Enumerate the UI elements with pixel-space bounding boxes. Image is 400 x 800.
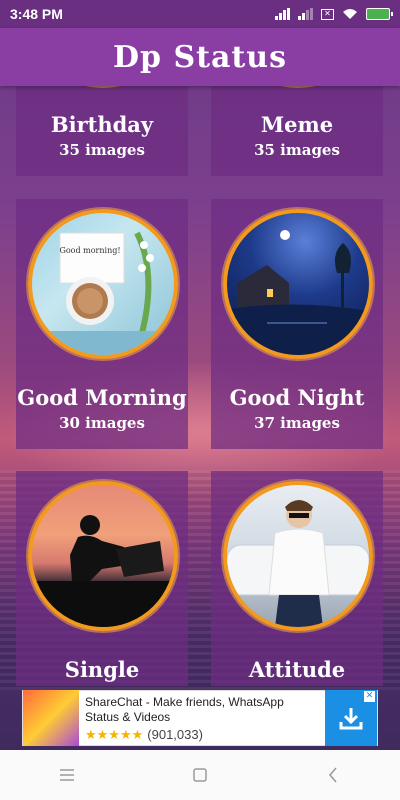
category-count: 37 images: [254, 414, 340, 432]
category-card-attitude[interactable]: Attitude: [211, 471, 383, 686]
ad-review-count: (901,033): [147, 726, 203, 742]
category-name: Single: [64, 657, 140, 682]
home-button[interactable]: [180, 755, 220, 795]
signal-icon: [275, 8, 290, 20]
note-text: Good morning!: [59, 246, 120, 255]
ad-download-button[interactable]: ✕: [325, 690, 377, 746]
category-name: Birthday: [50, 112, 154, 137]
silhouette-illustration: [32, 515, 174, 627]
home-square-icon: [193, 768, 207, 782]
status-bar: 3:48 PM ✕: [0, 0, 400, 28]
status-time: 3:48 PM: [10, 6, 63, 22]
sharechat-logo: [23, 690, 79, 746]
back-button[interactable]: [313, 755, 353, 795]
back-chevron-icon: [329, 767, 337, 783]
notification-x-icon: ✕: [321, 8, 334, 20]
coffee-illustration: Good morning!: [32, 231, 174, 355]
category-card-good-night[interactable]: Good Night 37 images: [211, 199, 383, 449]
download-icon: [339, 708, 363, 730]
category-card-good-morning[interactable]: Good morning! Good Morning 30 images: [16, 199, 188, 449]
person-illustration: [227, 500, 369, 627]
category-image: [223, 209, 373, 359]
category-name: Good Morning: [17, 385, 187, 410]
category-grid: Birthday 35 images Meme 35 images Good m…: [0, 86, 400, 686]
category-card-meme[interactable]: Meme 35 images: [211, 86, 383, 176]
wifi-icon: [343, 9, 357, 19]
app-header: Dp Status: [0, 28, 400, 86]
category-name: Good Night: [229, 385, 365, 410]
signal-icon-2: [298, 8, 313, 20]
category-card-birthday[interactable]: Birthday 35 images: [16, 86, 188, 176]
star-rating-icon: ★★★★★: [85, 726, 144, 742]
ad-rating: ★★★★★ (901,033): [85, 727, 319, 742]
system-nav-bar: [0, 750, 400, 800]
category-count: 35 images: [254, 141, 340, 159]
category-count: 30 images: [59, 414, 145, 432]
category-card-single[interactable]: Single: [16, 471, 188, 686]
night-illustration: [227, 230, 369, 355]
recents-button[interactable]: [47, 755, 87, 795]
app-title: Dp Status: [113, 39, 287, 75]
menu-icon: [59, 769, 74, 781]
category-image: [28, 481, 178, 631]
status-icons: ✕: [275, 8, 393, 20]
ad-banner[interactable]: ShareChat - Make friends, WhatsApp Statu…: [22, 690, 378, 746]
category-count: 35 images: [59, 141, 145, 159]
ad-text: ShareChat - Make friends, WhatsApp Statu…: [79, 691, 325, 746]
battery-icon: [366, 8, 393, 20]
category-name: Attitude: [248, 657, 346, 682]
ad-close-icon[interactable]: ✕: [364, 691, 375, 702]
category-name: Meme: [260, 112, 334, 137]
category-image: [223, 481, 373, 631]
category-image: Good morning!: [28, 209, 178, 359]
ad-title: ShareChat - Make friends, WhatsApp Statu…: [85, 694, 284, 724]
